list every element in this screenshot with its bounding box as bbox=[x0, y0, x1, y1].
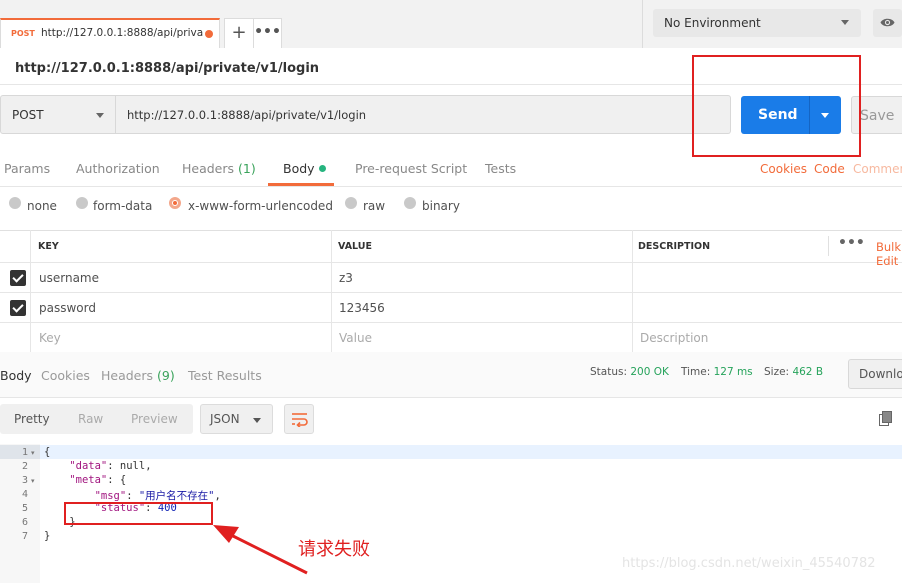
radio-form-data-label[interactable]: form-data bbox=[93, 199, 152, 213]
radio-binary-label[interactable]: binary bbox=[422, 199, 460, 213]
eye-icon bbox=[880, 18, 895, 27]
table-border bbox=[0, 322, 902, 323]
line-number: 2 bbox=[21, 461, 28, 472]
param-key[interactable]: username bbox=[39, 271, 99, 285]
radio-none[interactable] bbox=[9, 197, 21, 209]
chevron-down-icon bbox=[96, 113, 104, 118]
format-label: JSON bbox=[210, 412, 240, 426]
tab-response-body[interactable]: Body bbox=[0, 368, 32, 383]
tab-tests[interactable]: Tests bbox=[485, 161, 516, 176]
column-header-description: DESCRIPTION bbox=[638, 241, 711, 252]
code-line: "msg": "用户名不存在", bbox=[94, 490, 221, 502]
new-key-input[interactable]: Key bbox=[39, 331, 61, 345]
line-number: 7 bbox=[21, 531, 28, 542]
tab-url: http://127.0.0.1:8888/api/privat bbox=[41, 27, 203, 39]
line-number: 3 bbox=[21, 475, 28, 486]
chevron-down-icon bbox=[841, 20, 849, 25]
status-readout: Status: 200 OK bbox=[590, 366, 669, 378]
new-value-input[interactable]: Value bbox=[339, 331, 372, 345]
format-select[interactable]: JSON bbox=[200, 404, 273, 434]
line-number: 6 bbox=[21, 517, 28, 528]
column-header-value: VALUE bbox=[338, 241, 372, 252]
tab-response-cookies[interactable]: Cookies bbox=[41, 368, 90, 383]
tab-pre-request-script[interactable]: Pre-request Script bbox=[355, 161, 467, 176]
table-border bbox=[0, 230, 902, 231]
url-input[interactable] bbox=[116, 95, 731, 134]
code-link[interactable]: Code bbox=[814, 162, 845, 176]
tab-headers[interactable]: Headers (1) bbox=[182, 161, 256, 176]
table-border bbox=[632, 230, 633, 352]
request-title: http://127.0.0.1:8888/api/private/v1/log… bbox=[15, 61, 320, 76]
comments-link[interactable]: Comments bbox=[853, 162, 902, 176]
code-line: "meta": { bbox=[69, 474, 127, 486]
radio-form-data[interactable] bbox=[76, 197, 88, 209]
view-mode-group: Pretty Raw Preview bbox=[0, 404, 193, 434]
raw-button[interactable]: Raw bbox=[78, 412, 103, 426]
param-key[interactable]: password bbox=[39, 301, 96, 315]
annotation-label: 请求失败 bbox=[298, 539, 370, 560]
download-button[interactable]: Download bbox=[848, 359, 902, 389]
code-line: } bbox=[44, 530, 51, 542]
environment-select[interactable]: No Environment bbox=[653, 9, 861, 37]
save-label: Save bbox=[860, 108, 895, 124]
time-readout: Time: 127 ms bbox=[681, 366, 753, 378]
code-line: { bbox=[44, 446, 51, 458]
environment-label: No Environment bbox=[664, 16, 761, 30]
line-number: 5 bbox=[21, 503, 28, 514]
tab-method: POST bbox=[11, 29, 35, 38]
radio-raw-label[interactable]: raw bbox=[363, 199, 385, 213]
table-border bbox=[0, 292, 902, 293]
row-checkbox[interactable] bbox=[10, 300, 26, 316]
new-tab-button[interactable]: + bbox=[224, 18, 254, 48]
tab-response-headers[interactable]: Headers (9) bbox=[101, 368, 175, 383]
fold-icon[interactable]: ▾ bbox=[31, 477, 35, 485]
size-readout: Size: 462 B bbox=[764, 366, 824, 378]
fold-icon[interactable]: ▾ bbox=[31, 449, 35, 457]
table-border bbox=[331, 230, 332, 352]
chevron-down-icon bbox=[253, 418, 261, 423]
preview-button[interactable]: Preview bbox=[131, 412, 178, 426]
environment-quick-look[interactable] bbox=[873, 9, 902, 37]
radio-binary[interactable] bbox=[404, 197, 416, 209]
divider bbox=[0, 186, 902, 187]
active-line-highlight bbox=[40, 445, 902, 459]
more-tabs-button[interactable]: ••• bbox=[254, 18, 282, 48]
code-line: "data": null, bbox=[69, 460, 152, 472]
param-value[interactable]: z3 bbox=[339, 271, 353, 285]
wrap-text-icon bbox=[292, 413, 308, 427]
tab-params[interactable]: Params bbox=[4, 161, 50, 176]
annotation-box-send bbox=[692, 55, 861, 157]
divider bbox=[642, 0, 643, 48]
method-label: POST bbox=[12, 108, 44, 122]
table-border bbox=[0, 262, 902, 263]
watermark: https://blog.csdn.net/weixin_45540782 bbox=[622, 556, 876, 571]
row-checkbox[interactable] bbox=[10, 270, 26, 286]
table-border bbox=[30, 230, 31, 352]
more-options-icon[interactable]: ••• bbox=[838, 235, 865, 251]
radio-x-www-form-urlencoded-label[interactable]: x-www-form-urlencoded bbox=[188, 199, 333, 213]
download-label: Download bbox=[859, 367, 902, 381]
annotation-box-status bbox=[64, 502, 213, 525]
method-select[interactable]: POST bbox=[0, 95, 116, 134]
line-number: 1 bbox=[21, 447, 28, 458]
radio-x-www-form-urlencoded[interactable] bbox=[169, 197, 181, 209]
body-indicator-dot-icon bbox=[318, 165, 326, 172]
tab-authorization[interactable]: Authorization bbox=[76, 161, 160, 176]
pretty-button[interactable]: Pretty bbox=[14, 412, 50, 426]
column-header-key: KEY bbox=[38, 241, 59, 252]
wrap-text-button[interactable] bbox=[284, 404, 314, 434]
radio-raw[interactable] bbox=[345, 197, 357, 209]
cookies-link[interactable]: Cookies bbox=[760, 162, 807, 176]
tab-body[interactable]: Body bbox=[283, 161, 326, 176]
new-description-input[interactable]: Description bbox=[640, 331, 708, 345]
line-number: 4 bbox=[21, 489, 28, 500]
unsaved-dot-icon bbox=[205, 30, 213, 38]
param-value[interactable]: 123456 bbox=[339, 301, 385, 315]
request-tab[interactable]: POST http://127.0.0.1:8888/api/privat bbox=[0, 18, 220, 48]
bulk-edit-link[interactable]: Bulk Edit bbox=[876, 240, 902, 268]
radio-none-label[interactable]: none bbox=[27, 199, 57, 213]
tab-test-results[interactable]: Test Results bbox=[188, 368, 262, 383]
divider bbox=[828, 236, 829, 256]
copy-icon[interactable] bbox=[879, 411, 893, 426]
